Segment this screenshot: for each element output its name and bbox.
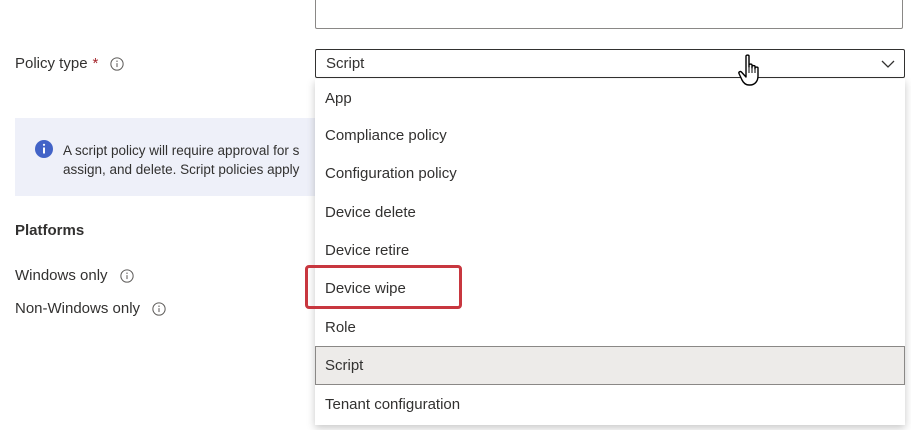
info-circle-filled-icon bbox=[35, 140, 53, 158]
info-icon[interactable] bbox=[119, 268, 134, 283]
policy-type-text: Policy type bbox=[15, 55, 88, 72]
chevron-down-icon bbox=[881, 60, 895, 68]
dropdown-option-role[interactable]: Role bbox=[315, 308, 905, 346]
dropdown-option-script[interactable]: Script bbox=[315, 346, 905, 385]
windows-only-label: Windows only bbox=[15, 267, 108, 284]
dropdown-option-compliance-policy[interactable]: Compliance policy bbox=[315, 116, 905, 154]
dropdown-option-tenant-configuration[interactable]: Tenant configuration bbox=[315, 385, 905, 423]
policy-type-dropdown-list: App Compliance policy Configuration poli… bbox=[315, 79, 905, 425]
info-icon[interactable] bbox=[110, 56, 125, 71]
banner-text-line-1: A script policy will require approval fo… bbox=[63, 143, 300, 158]
non-windows-only-label: Non-Windows only bbox=[15, 300, 141, 317]
dropdown-option-app[interactable]: App bbox=[315, 79, 905, 117]
policy-type-label: Policy type * bbox=[15, 55, 125, 72]
required-marker: * bbox=[92, 55, 99, 72]
non-windows-only-option[interactable]: Non-Windows only bbox=[15, 300, 166, 317]
dropdown-option-device-retire[interactable]: Device retire bbox=[315, 231, 905, 269]
policy-type-selected-value: Script bbox=[326, 55, 365, 72]
policy-type-select[interactable]: Script bbox=[315, 49, 905, 78]
hand-pointer-cursor bbox=[738, 54, 759, 86]
banner-text-line-2: assign, and delete. Script policies appl… bbox=[63, 162, 300, 177]
info-icon[interactable] bbox=[152, 301, 166, 316]
script-policy-info-banner: A script policy will require approval fo… bbox=[15, 118, 315, 196]
windows-only-option[interactable]: Windows only bbox=[15, 267, 134, 284]
platforms-heading: Platforms bbox=[15, 222, 85, 239]
dropdown-option-device-delete[interactable]: Device delete bbox=[315, 193, 905, 231]
dropdown-option-configuration-policy[interactable]: Configuration policy bbox=[315, 154, 905, 192]
dropdown-option-device-wipe[interactable]: Device wipe bbox=[315, 269, 905, 307]
banner-text: A script policy will require approval fo… bbox=[63, 141, 315, 179]
previous-input-field[interactable] bbox=[315, 0, 903, 29]
